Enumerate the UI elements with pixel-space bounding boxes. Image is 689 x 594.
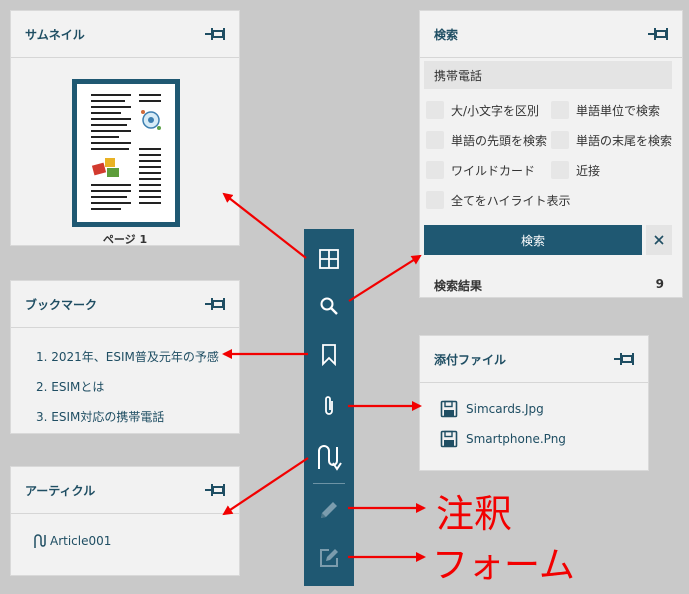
attachments-panel: 添付ファイル Simcards.Jpg Smartphone.Png bbox=[419, 335, 649, 471]
attachments-title: 添付ファイル bbox=[434, 352, 507, 367]
annotation-forms-label: フォーム bbox=[432, 545, 575, 586]
thumbnails-panel: サムネイル ページ 1 bbox=[10, 10, 240, 246]
annotations-button[interactable] bbox=[304, 485, 354, 535]
bookmark-item[interactable]: 1. 2021年、ESIM普及元年の予感 bbox=[36, 348, 219, 365]
checkbox[interactable] bbox=[551, 101, 569, 119]
bookmark-item[interactable]: 3. ESIM対応の携帯電話 bbox=[36, 408, 164, 425]
article-item[interactable]: Article001 bbox=[33, 533, 111, 549]
thumbnails-icon bbox=[319, 249, 339, 269]
thumbnails-button[interactable] bbox=[304, 234, 354, 284]
sim-cards-illustration-icon bbox=[91, 158, 119, 177]
search-results-label: 検索結果 bbox=[434, 279, 483, 293]
sidebar-toolbar bbox=[304, 229, 354, 586]
option-word-start[interactable]: 単語の先頭を検索 bbox=[426, 131, 547, 149]
checkbox[interactable] bbox=[426, 101, 444, 119]
articles-title: アーティクル bbox=[25, 483, 96, 498]
search-input-value: 携帯電話 bbox=[434, 68, 483, 83]
pen-icon bbox=[321, 502, 337, 518]
article-icon bbox=[34, 534, 46, 548]
attachment-icon bbox=[325, 396, 333, 415]
pin-icon[interactable] bbox=[205, 483, 227, 497]
article-item-label: Article001 bbox=[50, 534, 112, 548]
search-icon bbox=[320, 297, 338, 315]
attachment-name: Smartphone.Png bbox=[466, 432, 566, 446]
checkbox[interactable] bbox=[426, 131, 444, 149]
bookmark-icon bbox=[322, 344, 336, 366]
option-label: 全てをハイライト表示 bbox=[451, 193, 571, 208]
attachment-item[interactable]: Simcards.Jpg bbox=[440, 400, 544, 418]
articles-header: アーティクル bbox=[11, 467, 239, 514]
bookmark-item[interactable]: 2. ESIMとは bbox=[36, 378, 104, 395]
article-icon bbox=[318, 445, 342, 471]
search-input[interactable]: 携帯電話 bbox=[424, 61, 672, 89]
thumbnail-page-label: ページ 1 bbox=[102, 233, 148, 246]
search-button-toolbar[interactable] bbox=[304, 281, 354, 331]
checkbox[interactable] bbox=[426, 191, 444, 209]
attachment-item[interactable]: Smartphone.Png bbox=[440, 430, 566, 448]
checkbox[interactable] bbox=[551, 161, 569, 179]
annotation-comments-label: 注釈 bbox=[436, 492, 513, 536]
option-whole-word[interactable]: 単語単位で検索 bbox=[551, 101, 660, 119]
articles-panel: アーティクル Article001 bbox=[10, 466, 240, 576]
search-title: 検索 bbox=[434, 27, 459, 42]
bookmarks-title: ブックマーク bbox=[25, 297, 98, 312]
forms-button[interactable] bbox=[304, 533, 354, 583]
toolbar-divider bbox=[313, 483, 345, 484]
pin-icon[interactable] bbox=[614, 352, 636, 366]
option-label: 近接 bbox=[576, 163, 601, 178]
attachments-header: 添付ファイル bbox=[420, 336, 648, 383]
arrow-to-search bbox=[348, 254, 422, 302]
checkbox[interactable] bbox=[426, 161, 444, 179]
globe-illustration-icon bbox=[141, 110, 161, 130]
save-file-icon bbox=[440, 430, 458, 448]
search-header: 検索 bbox=[420, 11, 682, 58]
bookmarks-panel: ブックマーク 1. 2021年、ESIM普及元年の予感 2. ESIMとは 3.… bbox=[10, 280, 240, 434]
bookmarks-button[interactable] bbox=[304, 330, 354, 380]
checkbox[interactable] bbox=[551, 131, 569, 149]
pin-icon[interactable] bbox=[205, 297, 227, 311]
save-file-icon bbox=[440, 400, 458, 418]
attachment-name: Simcards.Jpg bbox=[466, 402, 544, 416]
bookmarks-header: ブックマーク bbox=[11, 281, 239, 328]
option-word-end[interactable]: 単語の末尾を検索 bbox=[551, 131, 672, 149]
form-edit-icon bbox=[320, 549, 338, 567]
articles-button[interactable] bbox=[304, 432, 354, 482]
option-label: 単語の末尾を検索 bbox=[576, 133, 673, 148]
thumbnail-page-image bbox=[77, 84, 175, 222]
option-label: ワイルドカード bbox=[451, 163, 536, 178]
option-wildcard[interactable]: ワイルドカード bbox=[426, 161, 535, 179]
page-thumbnail[interactable] bbox=[72, 79, 180, 227]
search-button[interactable]: 検索 bbox=[424, 225, 642, 255]
pin-icon[interactable] bbox=[648, 27, 670, 41]
close-icon bbox=[654, 235, 664, 245]
pin-icon[interactable] bbox=[205, 27, 227, 41]
option-proximity[interactable]: 近接 bbox=[551, 161, 600, 179]
search-results-count: 9 bbox=[655, 277, 664, 291]
search-panel: 検索 携帯電話 大/小文字を区別 単語単位で検索 単語の先頭を検索 単語の末尾を… bbox=[419, 10, 683, 298]
thumbnails-header: サムネイル bbox=[11, 11, 239, 58]
clear-search-button[interactable] bbox=[646, 225, 672, 255]
thumbnails-title: サムネイル bbox=[25, 27, 85, 42]
option-label: 単語単位で検索 bbox=[576, 103, 661, 118]
option-highlight-all[interactable]: 全てをハイライト表示 bbox=[426, 191, 571, 209]
option-label: 大/小文字を区別 bbox=[451, 103, 540, 118]
attachments-button[interactable] bbox=[304, 381, 354, 431]
option-match-case[interactable]: 大/小文字を区別 bbox=[426, 101, 539, 119]
option-label: 単語の先頭を検索 bbox=[451, 133, 548, 148]
